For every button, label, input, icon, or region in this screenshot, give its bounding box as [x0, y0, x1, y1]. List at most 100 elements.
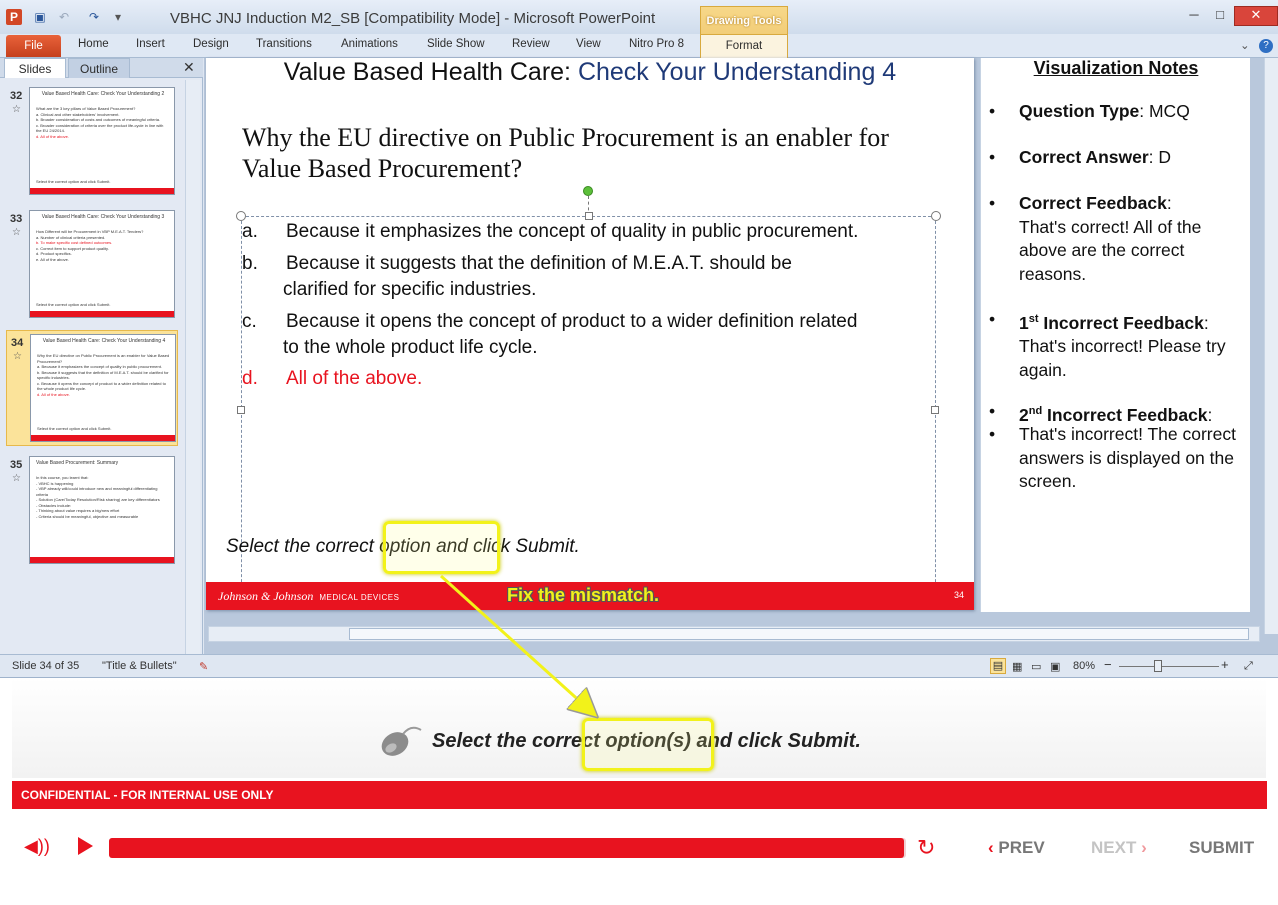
chevron-left-icon: ‹: [988, 838, 994, 857]
thumb-body: What are the 3 key pillars of Value Base…: [36, 106, 170, 139]
redo-icon[interactable]: ↷: [86, 9, 102, 25]
tab-design[interactable]: Design: [193, 38, 229, 50]
maximize-button[interactable]: □: [1210, 7, 1230, 25]
minimize-button[interactable]: ─: [1184, 7, 1204, 25]
slide-show-icon[interactable]: ▣: [1050, 660, 1060, 673]
window-title: VBHC JNJ Induction M2_SB [Compatibility …: [170, 10, 656, 27]
zoom-slider[interactable]: [1119, 666, 1219, 667]
notes-title: Visualization Notes: [1033, 58, 1199, 78]
tab-file[interactable]: File: [6, 35, 61, 57]
tab-format[interactable]: Format: [700, 34, 788, 58]
tab-nitro-pro[interactable]: Nitro Pro 8: [629, 38, 684, 50]
bullet: •: [989, 401, 996, 421]
question-text[interactable]: Why the EU directive on Public Procureme…: [242, 122, 942, 184]
chevron-right-icon: ›: [1141, 838, 1147, 857]
resize-handle[interactable]: [931, 406, 939, 414]
close-button[interactable]: ✕: [1234, 6, 1278, 26]
annotation-label: Fix the mismatch.: [507, 585, 660, 605]
zoom-in-button[interactable]: +: [1221, 657, 1229, 672]
thumb-preview: Value Based Procurement: Summary In this…: [29, 456, 175, 564]
option-text-continued: clarified for specific industries.: [283, 278, 537, 300]
option-letter: d.: [242, 368, 258, 389]
tab-review[interactable]: Review: [512, 38, 550, 50]
slide-title[interactable]: Value Based Health Care: Check Your Unde…: [206, 58, 974, 87]
tab-insert[interactable]: Insert: [136, 38, 165, 50]
note-value: D: [1158, 147, 1172, 167]
resize-handle[interactable]: [931, 211, 941, 221]
zoom-level[interactable]: 80%: [1073, 660, 1095, 672]
slide-sorter-icon[interactable]: ▦: [1012, 660, 1022, 673]
thumb-line: c. Broader consideration of criteria ove…: [36, 122, 164, 134]
pane-tabs: Slides Outline ✕: [0, 58, 203, 78]
zoom-out-button[interactable]: −: [1104, 657, 1112, 672]
tab-animations[interactable]: Animations: [341, 38, 398, 50]
tab-transitions[interactable]: Transitions: [256, 38, 312, 50]
fit-to-window-icon[interactable]: ⤢: [1244, 660, 1253, 673]
thumb-number: 32: [10, 90, 23, 102]
resize-handle[interactable]: [237, 406, 245, 414]
powerpoint-logo-icon[interactable]: P: [6, 9, 22, 25]
help-icon[interactable]: ?: [1259, 39, 1273, 53]
thumb-footer-bar: [30, 557, 174, 563]
audio-icon[interactable]: ◀)): [24, 836, 50, 857]
spelling-check-icon[interactable]: ✎: [199, 660, 208, 673]
logo-subtitle: MEDICAL DEVICES: [319, 593, 400, 602]
vertical-scrollbar[interactable]: [1264, 58, 1278, 634]
theme-name: "Title & Bullets": [102, 660, 177, 672]
zoom-slider-thumb[interactable]: [1154, 660, 1162, 672]
slide-title-accent: Check Your Understanding 4: [577, 58, 897, 86]
horizontal-scroll-thumb[interactable]: [349, 628, 1249, 640]
option-text: Because it suggests that the definition …: [286, 253, 792, 274]
tab-home[interactable]: Home: [78, 38, 109, 50]
prev-button[interactable]: ‹ PREV: [988, 838, 1045, 858]
normal-view-icon[interactable]: ▤: [990, 658, 1006, 674]
ribbon-collapse-icon[interactable]: ⌄: [1240, 38, 1250, 52]
rotation-handle[interactable]: [583, 186, 593, 196]
ribbon-tabs: File Home Insert Design Transitions Anim…: [0, 34, 1278, 58]
note-value: That's incorrect! The correct answers is…: [1019, 424, 1236, 491]
thumb-line: Why the EU directive on Public Procureme…: [37, 353, 170, 364]
thumb-footer-bar: [30, 311, 174, 317]
note-sep: :: [1207, 404, 1213, 425]
option-d[interactable]: d. All of the above.: [242, 366, 932, 392]
thumb-preview: Value Based Health Care: Check Your Unde…: [29, 87, 175, 195]
thumb-preview: Value Based Health Care: Check Your Unde…: [30, 334, 176, 442]
slide-number: 34: [954, 590, 965, 600]
status-bar: Slide 34 of 35 "Title & Bullets" ✎ ▤ ▦ ▭…: [0, 654, 1278, 677]
slide-thumbnail-34[interactable]: 34 ☆ Value Based Health Care: Check Your…: [6, 330, 178, 446]
option-b[interactable]: b. Because it suggests that the definitio…: [242, 251, 932, 302]
note-sep: :: [1166, 193, 1172, 213]
animation-star-icon: ☆: [12, 104, 21, 115]
thumbnails-scrollbar[interactable]: [185, 80, 200, 654]
slide-canvas: Value Based Health Care: Check Your Unde…: [206, 58, 974, 610]
replay-icon[interactable]: ↻: [917, 835, 935, 861]
tab-slide-show[interactable]: Slide Show: [427, 38, 485, 50]
option-a[interactable]: a. Because it emphasizes the concept of q…: [242, 219, 932, 245]
progress-bar[interactable]: [109, 838, 906, 858]
note-value: That's correct! All of the above are the…: [1019, 216, 1202, 284]
slide-thumbnail-35[interactable]: 35 ☆ Value Based Procurement: Summary In…: [6, 453, 178, 569]
reading-view-icon[interactable]: ▭: [1031, 660, 1041, 673]
next-label: NEXT: [1091, 838, 1137, 857]
note-label: Incorrect Feedback: [1042, 404, 1208, 425]
option-c[interactable]: c. Because it opens the concept of produc…: [242, 309, 932, 360]
slide-thumbnail-32[interactable]: 32 ☆ Value Based Health Care: Check Your…: [6, 84, 178, 200]
tab-outline[interactable]: Outline: [68, 58, 130, 78]
submit-button[interactable]: SUBMIT: [1189, 838, 1254, 858]
note-sep: :: [1203, 312, 1209, 333]
thumb-line: - Criteria should be meaningful, objecti…: [36, 513, 139, 519]
tab-view[interactable]: View: [576, 38, 601, 50]
next-button[interactable]: NEXT ›: [1091, 838, 1147, 858]
customize-qat-icon[interactable]: ▾: [110, 9, 126, 25]
play-button[interactable]: [78, 837, 93, 855]
horizontal-scrollbar[interactable]: [208, 626, 1260, 642]
note-label: Question Type: [1019, 101, 1140, 121]
slide-thumbnail-33[interactable]: 33 ☆ Value Based Health Care: Check Your…: [6, 207, 178, 323]
thumb-title: Value Based Health Care: Check Your Unde…: [41, 91, 165, 97]
tab-slides[interactable]: Slides: [4, 58, 66, 78]
save-icon[interactable]: ▣: [32, 9, 48, 25]
pane-close-icon[interactable]: ✕: [183, 59, 195, 76]
undo-icon[interactable]: ↶: [56, 9, 72, 25]
thumb-number: 35: [10, 459, 23, 471]
option-letter: c.: [242, 311, 257, 332]
